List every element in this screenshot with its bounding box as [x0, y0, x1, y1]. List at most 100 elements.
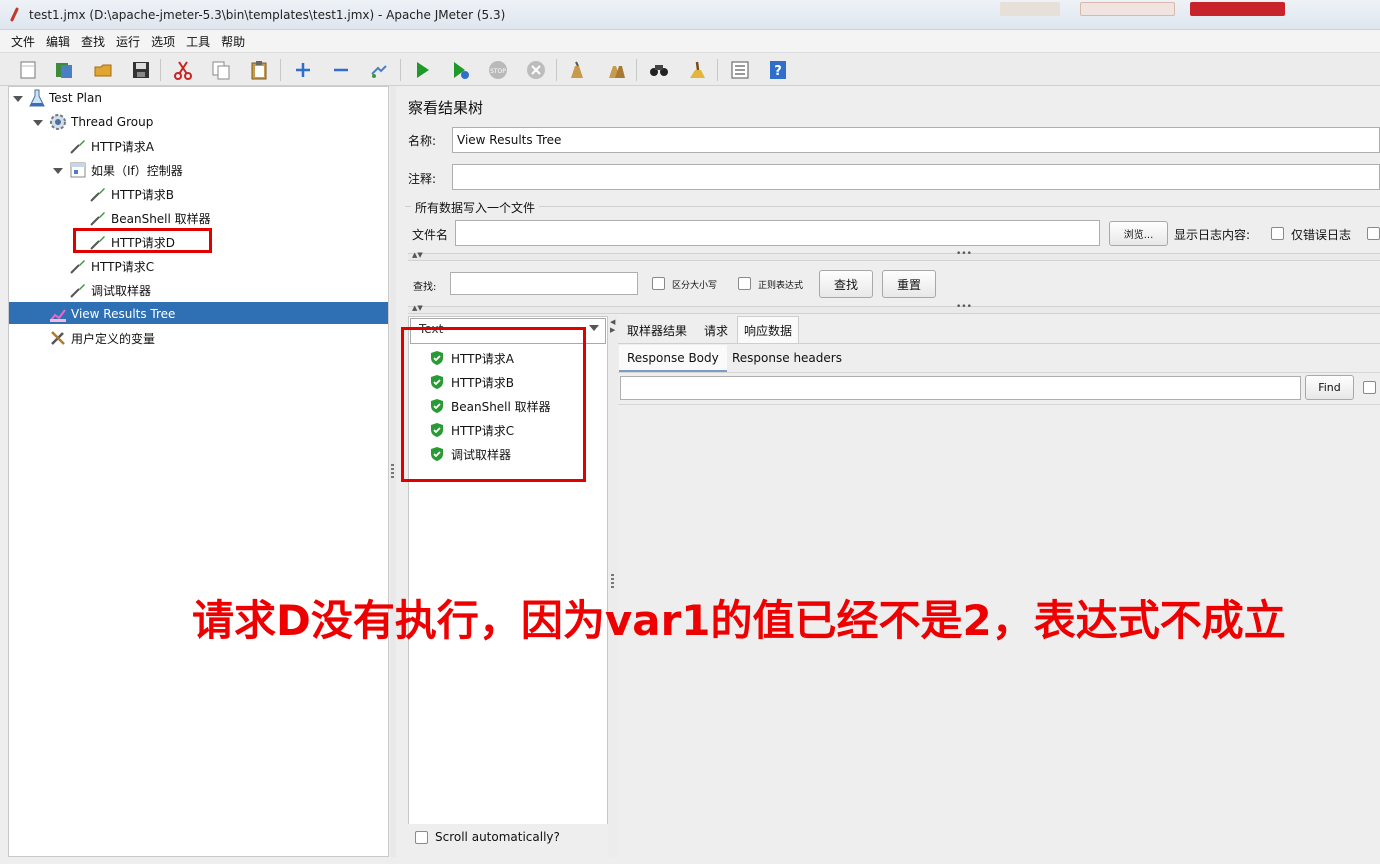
listener-icon — [50, 309, 66, 322]
highlight-box-results — [401, 327, 586, 482]
new-button[interactable] — [16, 58, 40, 82]
jmeter-feather-icon — [8, 7, 22, 23]
collapse-all-button[interactable] — [329, 58, 353, 82]
name-label: 名称: — [408, 134, 437, 148]
copy-button[interactable] — [209, 58, 233, 82]
menu-search[interactable]: 查找 — [76, 33, 111, 50]
open-icon — [94, 64, 112, 77]
tree-expand-toggle[interactable] — [13, 94, 23, 103]
reset-search-button[interactable] — [685, 58, 709, 82]
svg-text:STOP: STOP — [490, 68, 506, 75]
tab-response-data[interactable]: 响应数据 — [737, 316, 800, 343]
filename-field[interactable] — [455, 220, 1100, 246]
function-helper-button[interactable] — [728, 58, 752, 82]
menu-edit[interactable]: 编辑 — [41, 33, 76, 50]
regex-label: 正则表达式 — [758, 281, 804, 291]
tree-item-beanshell[interactable]: BeanShell 取样器 — [89, 207, 211, 229]
collapse-icon — [334, 68, 348, 72]
browse-button[interactable]: 浏览... — [1109, 221, 1168, 246]
clear-all-icon — [609, 66, 625, 78]
tree-item-view-results-tree[interactable]: View Results Tree — [49, 303, 175, 325]
highlight-box-http-d — [73, 228, 212, 253]
menu-bar: 文件 编辑 查找 运行 选项 工具 帮助 — [0, 30, 1380, 52]
toolbar: STOP ? — [0, 52, 1380, 86]
templates-icon — [56, 63, 72, 78]
templates-button[interactable] — [52, 58, 76, 82]
menu-tools[interactable]: 工具 — [181, 33, 216, 50]
help-button[interactable]: ? — [766, 58, 790, 82]
shutdown-icon — [527, 61, 545, 79]
scroll-auto-checkbox[interactable] — [415, 831, 428, 844]
subtab-response-body[interactable]: Response Body — [619, 345, 727, 372]
successes-only-checkbox[interactable] — [1367, 227, 1380, 240]
tree-item-http-b[interactable]: HTTP请求B — [89, 183, 174, 205]
chevron-down-icon — [589, 325, 599, 331]
menu-run[interactable]: 运行 — [111, 33, 146, 50]
svg-text:?: ? — [774, 64, 782, 79]
case-sensitive-checkbox[interactable] — [652, 277, 665, 290]
config-icon — [51, 331, 65, 345]
blurred-close-control — [1190, 2, 1285, 16]
results-splitter[interactable]: ◀ ▶ — [608, 316, 618, 857]
start-button[interactable] — [410, 58, 434, 82]
clear-all-button[interactable] — [604, 58, 628, 82]
start-no-pauses-button[interactable] — [448, 58, 472, 82]
cut-icon — [174, 61, 192, 80]
tree-item-if-controller[interactable]: 如果（If）控制器 — [69, 159, 183, 181]
window-titlebar: test1.jmx (D:\apache-jmeter-5.3\bin\temp… — [0, 0, 1380, 30]
cut-button[interactable] — [171, 58, 195, 82]
tree-item-http-c[interactable]: HTTP请求C — [69, 255, 154, 277]
horizontal-splitter-2[interactable]: ▲▼ ••• — [408, 302, 1380, 314]
save-button[interactable] — [129, 58, 153, 82]
menu-file[interactable]: 文件 — [6, 33, 41, 50]
function-helper-icon — [731, 61, 749, 79]
blurred-titlebar-control — [1000, 2, 1060, 16]
shutdown-button[interactable] — [524, 58, 548, 82]
tree-expand-toggle[interactable] — [33, 118, 43, 127]
blurred-titlebar-control — [1080, 2, 1175, 16]
tree-item-thread-group[interactable]: Thread Group — [49, 111, 153, 133]
toggle-button[interactable] — [367, 58, 391, 82]
split-arrows-icon: ▲▼ — [412, 304, 423, 312]
horizontal-splitter[interactable]: ▲▼ ••• — [408, 249, 1380, 261]
sampler-icon — [70, 260, 85, 274]
paste-icon — [251, 61, 267, 80]
tree-expand-toggle[interactable] — [53, 166, 63, 175]
menu-help[interactable]: 帮助 — [216, 33, 251, 50]
clear-button[interactable] — [565, 58, 589, 82]
tab-sampler-result[interactable]: 取样器结果 — [623, 317, 691, 343]
clear-icon — [571, 61, 583, 78]
menu-options[interactable]: 选项 — [146, 33, 181, 50]
test-plan-icon — [29, 89, 45, 107]
tree-item-test-plan[interactable]: Test Plan — [29, 87, 102, 109]
tree-item-debug-sampler[interactable]: 调试取样器 — [69, 279, 151, 301]
help-icon: ? — [770, 61, 786, 79]
tree-item-user-variables[interactable]: 用户定义的变量 — [49, 327, 155, 349]
open-button[interactable] — [91, 58, 115, 82]
response-search-input[interactable] — [620, 376, 1301, 400]
search-input[interactable] — [450, 272, 638, 295]
expand-all-button[interactable] — [291, 58, 315, 82]
log-content-label: 显示日志内容: — [1174, 228, 1251, 242]
tab-request[interactable]: 请求 — [700, 317, 732, 343]
sampler-icon — [90, 188, 105, 202]
response-options-checkbox[interactable] — [1363, 381, 1376, 394]
subtab-response-headers[interactable]: Response headers — [728, 345, 846, 371]
new-icon — [20, 61, 36, 79]
comment-label: 注释: — [408, 172, 437, 186]
reset-button[interactable]: 重置 — [882, 270, 936, 298]
regex-checkbox[interactable] — [738, 277, 751, 290]
find-button[interactable]: 查找 — [819, 270, 873, 298]
copy-icon — [212, 61, 230, 80]
paste-button[interactable] — [247, 58, 271, 82]
sampler-icon — [70, 284, 85, 298]
errors-only-checkbox[interactable] — [1271, 227, 1284, 240]
comment-field[interactable] — [452, 164, 1380, 190]
search-button[interactable] — [647, 58, 671, 82]
tree-item-http-a[interactable]: HTTP请求A — [69, 135, 154, 157]
stop-button[interactable]: STOP — [486, 58, 510, 82]
name-field[interactable]: View Results Tree — [452, 127, 1380, 153]
response-find-button[interactable]: Find — [1305, 375, 1354, 400]
if-controller-icon — [70, 162, 86, 178]
split-grip-icon: ••• — [956, 302, 972, 312]
